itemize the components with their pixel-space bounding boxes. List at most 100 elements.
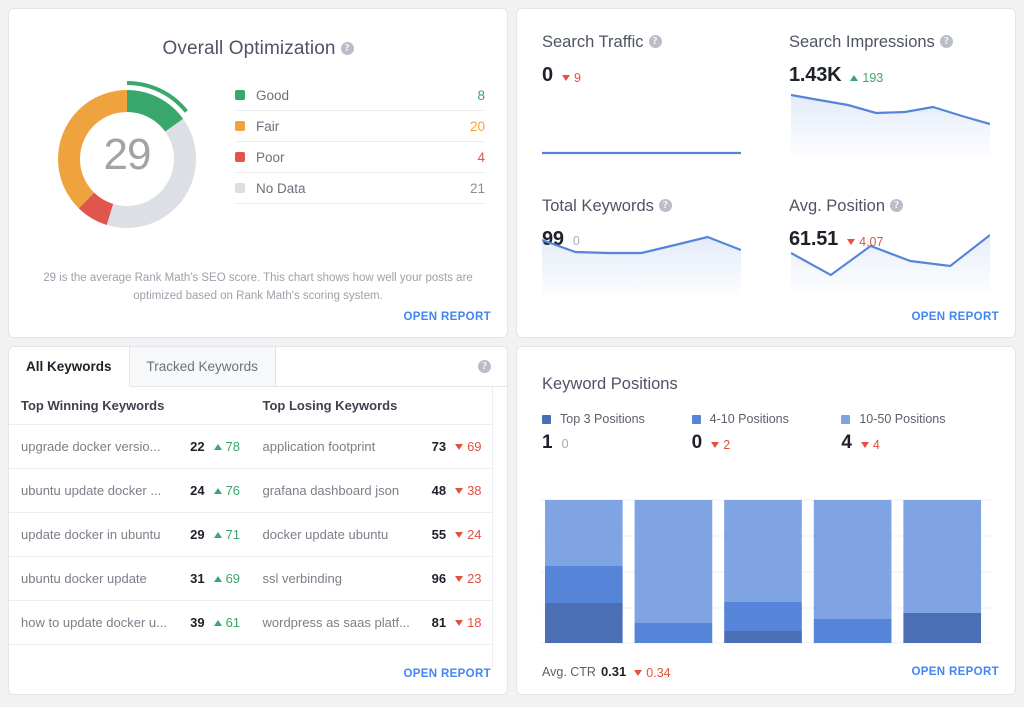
winning-keyword-change: 76 (205, 483, 251, 498)
bar-chart-svg (541, 499, 991, 644)
bar-group-5 (903, 500, 982, 643)
winning-keyword-change: 61 (205, 615, 251, 630)
keywords-card: All Keywords Tracked Keywords ? Top Winn… (8, 346, 508, 695)
table-row[interactable]: update docker in ubuntu 29 71 docker upd… (9, 513, 492, 557)
table-row[interactable]: how to update docker u... 39 61 wordpres… (9, 601, 492, 645)
triangle-down-icon (634, 670, 643, 676)
triangle-down-icon (711, 442, 720, 448)
triangle-up-icon (213, 443, 222, 450)
change-value: 69 (467, 439, 482, 454)
value-row-10-50: 4 4 (841, 432, 991, 454)
bar-group-4 (813, 500, 892, 643)
winning-keyword-position: 29 (190, 527, 205, 542)
analytics-grid: Search Traffic? 0 9 Search Impressions ?… (517, 9, 1015, 337)
position-group-4-10: 4-10 Positions 0 2 (691, 412, 842, 454)
triangle-down-icon (860, 442, 869, 448)
metric-title: Avg. Position? (789, 197, 1015, 216)
column-header-losing: Top Losing Keywords (262, 398, 398, 413)
legend-value-poor: 4 (477, 149, 485, 165)
help-circle-icon[interactable]: ? (340, 42, 354, 55)
legend-swatch-good (235, 90, 245, 100)
winning-keyword-position: 39 (190, 615, 205, 630)
metric-label: Avg. Position (789, 197, 886, 215)
overall-optimization-card: Overall Optimization? 29 Good 8 Fair 20 … (8, 8, 508, 338)
winning-keyword-change: 71 (205, 527, 251, 542)
triangle-down-icon (455, 531, 464, 538)
bar-group-3 (724, 500, 802, 643)
change-value: 24 (467, 527, 482, 542)
open-report-link-analytics[interactable]: OPEN REPORT (911, 311, 999, 323)
winning-keyword-name: ubuntu docker update (21, 571, 147, 586)
sparkline-svg (791, 93, 990, 155)
winning-keyword-position: 22 (190, 439, 205, 454)
tab-all-keywords[interactable]: All Keywords (9, 347, 130, 387)
table-bottom-spacer (9, 645, 492, 668)
change-value: 18 (467, 615, 482, 630)
bar-group-1 (544, 500, 623, 643)
losing-keyword-change: 38 (446, 483, 492, 498)
legend-label-10-50: 10-50 Positions (859, 412, 946, 426)
change-value: 78 (225, 439, 241, 454)
help-circle-icon[interactable]: ? (658, 199, 672, 212)
optimization-donut-chart: 29 (35, 74, 235, 244)
bar-group-2 (634, 500, 713, 643)
metric-label: Total Keywords (542, 197, 654, 215)
winning-keyword-position: 24 (190, 483, 205, 498)
avg-ctr-value: 0.31 (600, 664, 627, 679)
legend-swatch-10-50 (841, 414, 851, 424)
losing-keyword-position: 73 (431, 439, 447, 454)
table-row[interactable]: ubuntu docker update 31 69 ssl verbindin… (9, 557, 492, 601)
table-row[interactable]: ubuntu update docker ... 24 76 grafana d… (9, 469, 492, 513)
sparkline-search-impressions (791, 91, 990, 155)
metric-title: Search Traffic? (542, 33, 766, 52)
legend-10-50: 10-50 Positions (841, 412, 991, 426)
legend-value-no-data: 21 (469, 180, 485, 196)
legend-4-10: 4-10 Positions (691, 412, 842, 426)
help-circle-icon[interactable]: ? (478, 360, 491, 373)
open-report-link-optimization[interactable]: OPEN REPORT (403, 311, 491, 323)
tab-tracked-keywords[interactable]: Tracked Keywords (129, 347, 276, 387)
metric-delta-value: 193 (862, 71, 884, 85)
winning-keyword-change: 69 (205, 571, 251, 586)
overall-optimization-title: Overall Optimization (162, 38, 336, 59)
change-value: 23 (467, 571, 482, 586)
winning-keyword-name: ubuntu update docker ... (21, 483, 162, 498)
optimization-legend: Good 8 Fair 20 Poor 4 No Data 21 (235, 74, 485, 244)
open-report-link-positions[interactable]: OPEN REPORT (911, 666, 999, 678)
position-group-10-50: 10-50 Positions 4 4 (841, 412, 991, 454)
help-circle-icon[interactable]: ? (939, 35, 953, 48)
losing-keyword-change: 18 (446, 615, 492, 630)
change-value: 76 (225, 483, 241, 498)
optimization-description: 29 is the average Rank Math's SEO score.… (43, 272, 473, 302)
losing-keyword-name: docker update ubuntu (262, 527, 389, 542)
open-report-link-keywords[interactable]: OPEN REPORT (403, 668, 491, 680)
metric-label: Search Traffic (542, 33, 644, 51)
losing-keyword-name: wordpress as saas platf... (262, 615, 410, 630)
change-value: 38 (467, 483, 482, 498)
table-row[interactable]: upgrade docker versio... 22 78 applicati… (9, 425, 492, 469)
avg-ctr-label: Avg. CTR (542, 665, 596, 679)
metric-delta: 9 (561, 71, 581, 85)
metric-value-row: 1.43K 193 (789, 64, 1015, 87)
losing-keyword-name: ssl verbinding (262, 571, 343, 586)
legend-label-fair: Fair (256, 118, 280, 134)
position-group-top3: Top 3 Positions 1 0 (542, 412, 692, 454)
metric-search-traffic: Search Traffic? 0 9 (517, 9, 766, 173)
change-value: 69 (225, 571, 241, 586)
legend-swatch-poor (235, 152, 245, 162)
keywords-table: Top Winning Keywords Top Losing Keywords… (9, 387, 493, 668)
losing-keyword-name: grafana dashboard json (262, 483, 400, 498)
triangle-down-icon (455, 487, 464, 494)
legend-swatch-no-data (235, 183, 245, 193)
keyword-positions-bar-chart (541, 499, 991, 644)
metric-value: 1.43K (789, 64, 842, 86)
value-top3: 1 (542, 432, 553, 453)
page-title: Overall Optimization? (9, 9, 507, 60)
legend-swatch-4-10 (691, 414, 701, 424)
avg-ctr-delta-value: 0.34 (646, 666, 671, 680)
losing-keyword-name: application footprint (262, 439, 376, 454)
legend-label-no-data: No Data (256, 180, 306, 196)
help-circle-icon[interactable]: ? (890, 199, 904, 212)
change-value: 71 (225, 527, 241, 542)
help-circle-icon[interactable]: ? (648, 35, 662, 48)
